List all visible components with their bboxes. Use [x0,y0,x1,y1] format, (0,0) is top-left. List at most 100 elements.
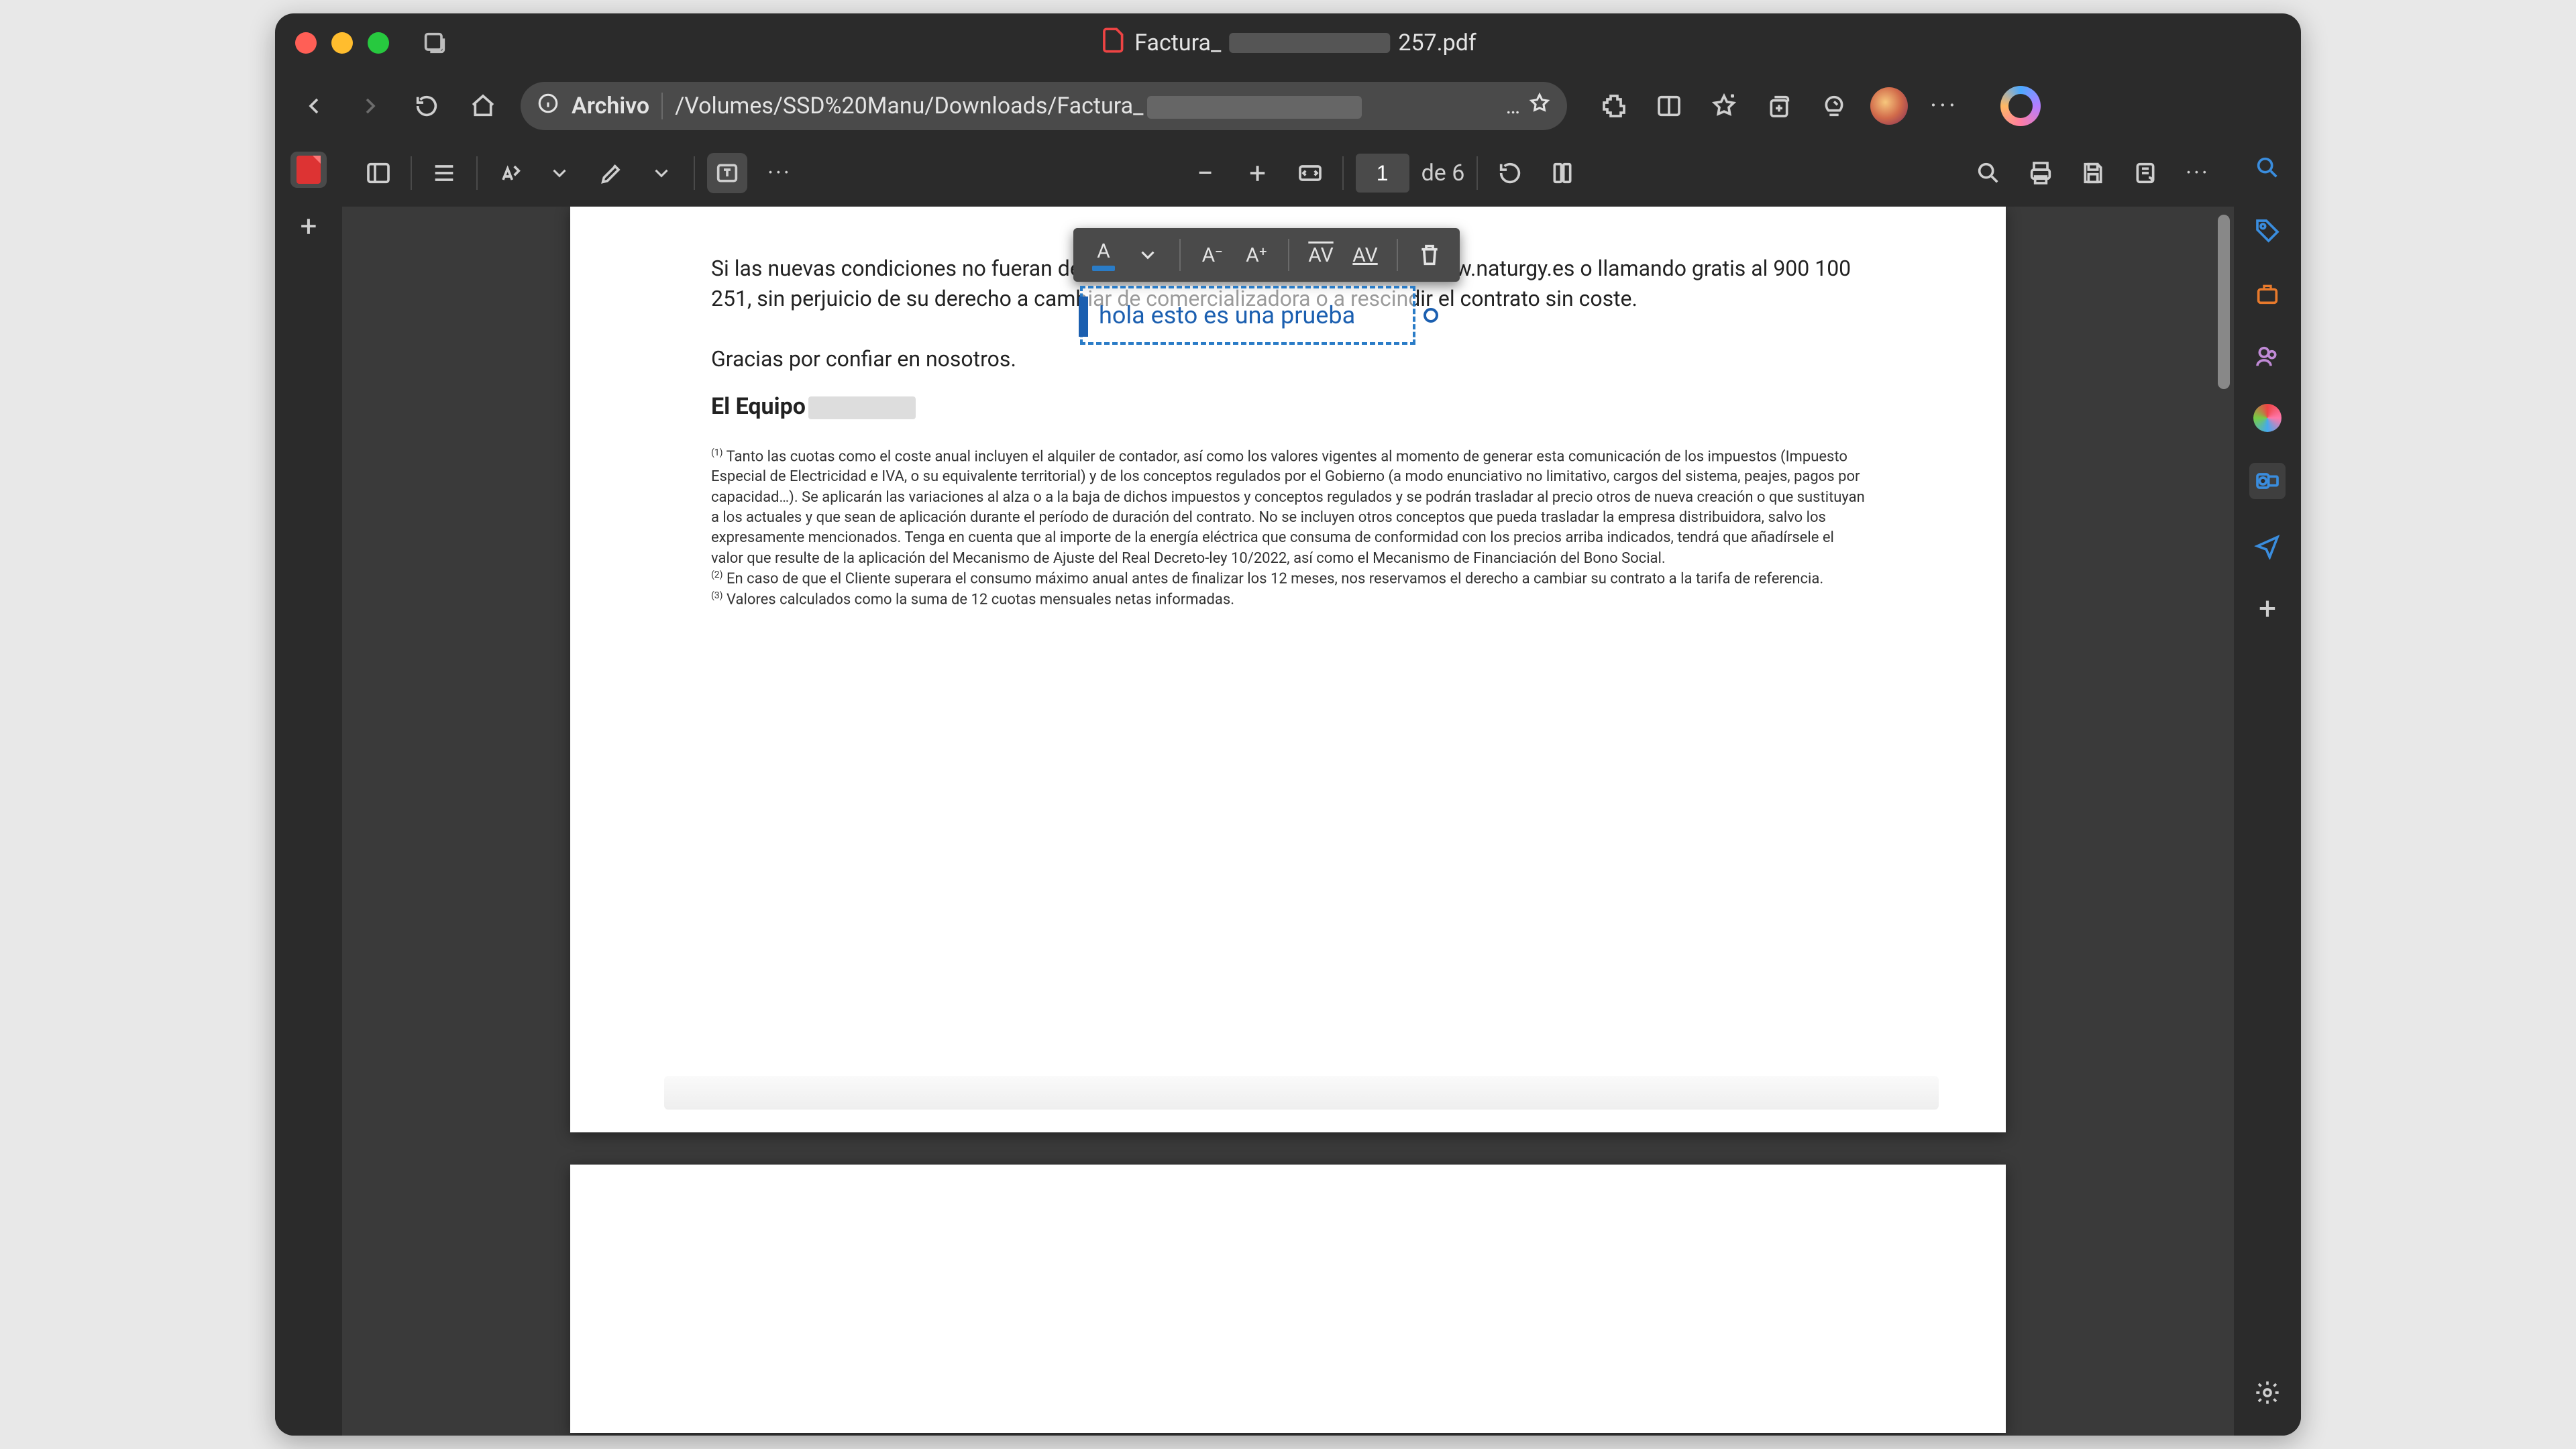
redacted-segment [1229,33,1390,53]
protocol-label: Archivo [572,93,649,119]
forward-button[interactable] [352,87,389,125]
print-icon[interactable] [2021,153,2061,193]
toolbar-separator [1342,156,1344,190]
reload-button[interactable] [408,87,445,125]
back-button[interactable] [295,87,333,125]
browser-window: Factura_ 257.pdf Archivo /Volumes/SSD%20… [275,13,2301,1436]
path-prefix: /Volumes/SSD%20Manu/Downloads/Factura_ [675,93,1143,119]
scrollbar-thumb[interactable] [2218,215,2230,389]
address-bar[interactable]: Archivo /Volumes/SSD%20Manu/Downloads/Fa… [521,82,1567,130]
draw-tool-icon[interactable] [592,153,632,193]
site-info-icon[interactable] [537,92,559,121]
performance-icon[interactable] [1815,87,1853,125]
decrease-font-button[interactable]: A⁻ [1193,235,1232,274]
contents-icon[interactable] [424,153,464,193]
read-aloud-icon[interactable] [2125,153,2165,193]
toolbar-separator [1179,239,1181,271]
tab-overview-icon[interactable] [416,24,453,62]
pdf-viewport[interactable]: A A⁻ A⁺ AV AV [342,207,2234,1436]
text-color-swatch [1092,266,1115,271]
close-window-button[interactable] [295,32,317,54]
address-divider [661,93,663,119]
sidebar-toggle-icon[interactable] [358,153,398,193]
text-color-a-icon: A [1097,239,1110,263]
copilot-button[interactable] [2000,86,2041,126]
pdf-more-icon[interactable]: ··· [2178,153,2218,193]
pdf-area: ··· − + de 6 [342,140,2234,1436]
pdf-page-2 [570,1165,2006,1433]
pdf-toolbar: ··· − + de 6 [342,140,2234,207]
sidebar-outlook-icon[interactable] [2249,463,2286,499]
zoom-out-button[interactable]: − [1185,153,1226,193]
collections-icon[interactable] [1760,87,1798,125]
title-suffix: 257.pdf [1398,30,1476,56]
title-prefix: Factura_ [1134,30,1221,56]
footnote-3: Valores calculados como la suma de 12 cu… [727,591,1234,608]
toolbar-separator [1397,239,1398,271]
sidebar-m365-icon[interactable] [2253,404,2282,432]
find-icon[interactable] [1968,153,2008,193]
favorite-star-icon[interactable] [1528,92,1551,121]
increase-spacing-button[interactable]: AV [1346,235,1385,274]
fit-page-icon[interactable] [1290,153,1330,193]
draw-dropdown-icon[interactable] [641,153,682,193]
address-more-icon[interactable]: … [1506,93,1521,119]
sidebar-tools-icon[interactable] [2251,278,2284,310]
titlebar: Factura_ 257.pdf [275,13,2301,72]
toolbar-separator [476,156,478,190]
pdf-tab-icon [297,156,321,184]
sidebar-add-icon[interactable]: + [2251,593,2284,625]
nav-right-group: ··· [1595,86,2041,126]
more-menu-icon[interactable]: ··· [1925,87,1963,125]
document-footnotes: (1) Tanto las cuotas como el coste anual… [711,447,1865,610]
page-bottom-shadow [664,1076,1939,1110]
vertical-tabs-dock: + [275,140,342,1436]
window-title: Factura_ 257.pdf [1099,27,1476,60]
home-button[interactable] [464,87,502,125]
text-annotation-box[interactable]: hola esto es una prueba [1080,286,1415,345]
redacted-segment [808,396,916,419]
sidebar-shopping-icon[interactable] [2251,215,2284,247]
save-icon[interactable] [2073,153,2113,193]
highlight-tool-group [490,153,580,193]
profile-avatar[interactable] [1870,87,1908,125]
highlight-dropdown-icon[interactable] [539,153,580,193]
maximize-window-button[interactable] [368,32,389,54]
favorites-icon[interactable] [1705,87,1743,125]
minimize-window-button[interactable] [331,32,353,54]
pdf-page-1: A A⁻ A⁺ AV AV [570,207,2006,1132]
highlight-tool-icon[interactable] [490,153,530,193]
page-total-label: de 6 [1421,160,1465,186]
plus-icon: + [301,209,317,244]
text-format-toolbar: A A⁻ A⁺ AV AV [1073,228,1460,282]
vertical-tab-pdf[interactable] [290,152,327,188]
new-tab-button[interactable]: + [290,208,327,244]
sidebar-games-icon[interactable] [2251,341,2284,373]
sidebar-drop-icon[interactable] [2251,530,2284,562]
sidebar-settings-icon[interactable] [2254,1379,2281,1413]
page-number-input[interactable] [1356,154,1409,193]
extensions-icon[interactable] [1595,87,1633,125]
annotation-resize-handle[interactable] [1424,308,1438,323]
sidebar-search-icon[interactable] [2251,152,2284,184]
toolbar-separator [1477,156,1478,190]
text-color-button[interactable]: A [1084,235,1123,274]
zoom-in-button[interactable]: + [1238,153,1278,193]
draw-tool-group [592,153,682,193]
rotate-icon[interactable] [1490,153,1530,193]
increase-font-button[interactable]: A⁺ [1237,235,1276,274]
footnote-2: En caso de que el Cliente superara el co… [727,570,1823,587]
decrease-spacing-button[interactable]: AV [1301,235,1340,274]
toolbar-separator [694,156,695,190]
split-screen-icon[interactable] [1650,87,1688,125]
document-team: El Equipo [711,393,1865,420]
toolbar-more-icon[interactable]: ··· [759,153,800,193]
side-panel-dock: + [2234,140,2301,1436]
page-view-icon[interactable] [1542,153,1582,193]
delete-annotation-button[interactable] [1410,235,1449,274]
address-path: /Volumes/SSD%20Manu/Downloads/Factura_ [675,93,1493,119]
text-color-dropdown-icon[interactable] [1128,235,1167,274]
add-text-tool-icon[interactable] [707,153,747,193]
content-row: + [275,140,2301,1436]
team-label: El Equipo [711,393,806,420]
